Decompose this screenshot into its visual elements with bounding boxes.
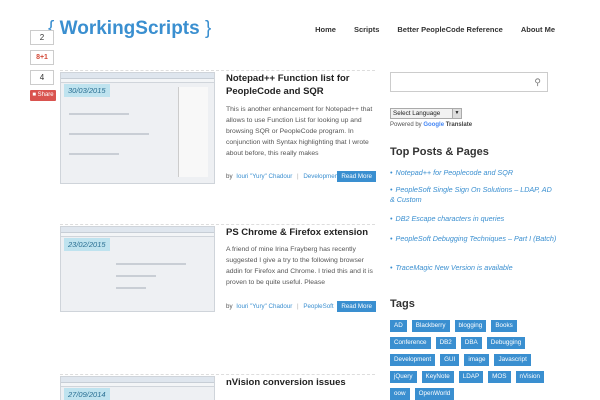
thumb-line xyxy=(116,263,186,265)
bullet-icon: • xyxy=(390,263,393,272)
tag-link[interactable]: Books xyxy=(491,320,517,332)
post-category[interactable]: Development xyxy=(303,173,339,180)
tag-link[interactable]: image xyxy=(464,354,490,366)
post-divider xyxy=(60,224,375,225)
post-date: 23/02/2015 xyxy=(64,238,110,251)
top-post-link[interactable]: • PeopleSoft Single Sign On Solutions – L… xyxy=(390,185,558,204)
search-input[interactable] xyxy=(391,75,521,94)
tag-link[interactable]: MOS xyxy=(488,371,511,383)
tag-link[interactable]: nVision xyxy=(515,371,545,383)
thumb-line xyxy=(69,113,129,115)
post-title[interactable]: Notepad++ Function list for PeopleCode a… xyxy=(226,72,376,98)
top-post-link[interactable]: • Notepad++ for Peoplecode and SQR xyxy=(390,168,558,178)
page: { WorkingScripts } Home Scripts Better P… xyxy=(0,0,600,400)
tag-link[interactable]: Debugging xyxy=(486,337,526,349)
share-button[interactable]: ■ Share xyxy=(30,90,56,101)
post-excerpt: A friend of mine Irina Frayberg has rece… xyxy=(226,246,373,286)
tag-link[interactable]: OpenWorld xyxy=(414,388,455,400)
post-category[interactable]: PeopleSoft xyxy=(303,303,333,310)
tag-link[interactable]: jQuery xyxy=(390,371,417,383)
post-date: 30/03/2015 xyxy=(64,84,110,97)
site-logo[interactable]: { WorkingScripts } xyxy=(48,18,211,40)
post-author[interactable]: Iouri "Yury" Chadour xyxy=(236,303,292,310)
language-select-value: Select Language xyxy=(393,110,441,117)
nav-about-me[interactable]: About Me xyxy=(521,25,555,34)
google-logo[interactable]: Google xyxy=(423,122,444,128)
read-more-button[interactable]: Read More xyxy=(337,171,376,182)
tags-heading: Tags xyxy=(390,298,415,310)
top-post-label: Notepad++ for Peoplecode and SQR xyxy=(395,168,514,177)
top-post-label: PeopleSoft Single Sign On Solutions – LD… xyxy=(390,185,552,204)
language-select[interactable]: Select Language ▼ xyxy=(390,108,462,119)
tag-link[interactable]: Blackberry xyxy=(411,320,450,332)
read-more-button[interactable]: Read More xyxy=(337,301,376,312)
top-post-label: DB2 Escape characters in queries xyxy=(395,214,505,223)
top-post-label: PeopleSoft Debugging Techniques – Part I… xyxy=(395,234,557,243)
post-by: by xyxy=(226,303,233,310)
post-card: 30/03/2015 Notepad++ Function list for P… xyxy=(60,70,380,190)
meta-separator: | xyxy=(297,303,299,310)
post-author[interactable]: Iouri "Yury" Chadour xyxy=(236,173,292,180)
bullet-icon: • xyxy=(390,168,393,177)
tag-link[interactable]: oow xyxy=(390,388,410,400)
post-card: 23/02/2015 PS Chrome & Firefox extension… xyxy=(60,224,380,344)
share-widgets: 2 8+1 4 ■ Share xyxy=(30,30,56,101)
tag-link[interactable]: DBA xyxy=(460,337,482,349)
powered-by-google: Powered by Google Translate xyxy=(390,122,472,128)
thumb-line xyxy=(116,287,146,289)
tag-link[interactable]: AD xyxy=(390,320,407,332)
tag-link[interactable]: DB2 xyxy=(435,337,456,349)
thumb-line xyxy=(69,153,119,155)
tag-link[interactable]: GUI xyxy=(440,354,460,366)
logo-brace-close: } xyxy=(204,18,212,39)
post-title[interactable]: PS Chrome & Firefox extension xyxy=(226,226,376,239)
main-nav: Home Scripts Better PeopleCode Reference… xyxy=(297,25,600,34)
tag-link[interactable]: LDAP xyxy=(458,371,484,383)
thumb-line xyxy=(69,133,149,135)
post-divider xyxy=(60,70,375,71)
bullet-icon: • xyxy=(390,185,393,194)
chevron-down-icon: ▼ xyxy=(452,109,461,118)
search-box: ⚲ xyxy=(390,72,548,94)
top-post-link[interactable]: • DB2 Escape characters in queries xyxy=(390,214,558,224)
post-meta: by Iouri "Yury" Chadour | Development xyxy=(226,173,340,180)
post-date: 27/09/2014 xyxy=(64,388,110,400)
magnifier-icon[interactable]: ⚲ xyxy=(534,77,541,88)
top-posts-heading: Top Posts & Pages xyxy=(390,146,489,158)
thumb-line xyxy=(116,275,156,277)
tag-cloud: AD Blackberry blogging Books Conference … xyxy=(390,320,558,400)
thumb-toolbar xyxy=(61,79,214,83)
tag-link[interactable]: Javascript xyxy=(494,354,531,366)
top-post-link[interactable]: • TraceMagic New Version is available xyxy=(390,263,558,273)
thumb-toolbar xyxy=(61,233,214,237)
tag-link[interactable]: KeyNote xyxy=(421,371,454,383)
tag-link[interactable]: Development xyxy=(390,354,436,366)
share-count-bottom[interactable]: 4 xyxy=(30,70,54,85)
powered-by-label: Powered by xyxy=(390,122,422,128)
post-by: by xyxy=(226,173,233,180)
post-divider xyxy=(60,374,375,375)
tag-link[interactable]: blogging xyxy=(454,320,487,332)
translate-link[interactable]: Translate xyxy=(446,122,472,128)
bullet-icon: • xyxy=(390,234,393,243)
nav-scripts[interactable]: Scripts xyxy=(354,25,379,34)
thumb-toolbar xyxy=(61,383,214,387)
top-post-label: TraceMagic New Version is available xyxy=(395,263,513,272)
nav-peoplecode-reference[interactable]: Better PeopleCode Reference xyxy=(397,25,502,34)
gplus-button[interactable]: 8+1 xyxy=(30,50,54,65)
bullet-icon: • xyxy=(390,214,393,223)
post-excerpt: This is another enhancement for Notepad+… xyxy=(226,106,373,157)
post-card: 27/09/2014 nVision conversion issues xyxy=(60,374,380,400)
meta-separator: | xyxy=(297,173,299,180)
nav-home[interactable]: Home xyxy=(315,25,336,34)
tag-link[interactable]: Conference xyxy=(390,337,431,349)
logo-text: WorkingScripts xyxy=(59,18,200,39)
top-post-link[interactable]: • PeopleSoft Debugging Techniques – Part … xyxy=(390,234,558,244)
share-count-top[interactable]: 2 xyxy=(30,30,54,45)
thumb-function-panel xyxy=(178,87,208,177)
post-meta: by Iouri "Yury" Chadour | PeopleSoft xyxy=(226,303,334,310)
post-title[interactable]: nVision conversion issues xyxy=(226,376,376,389)
